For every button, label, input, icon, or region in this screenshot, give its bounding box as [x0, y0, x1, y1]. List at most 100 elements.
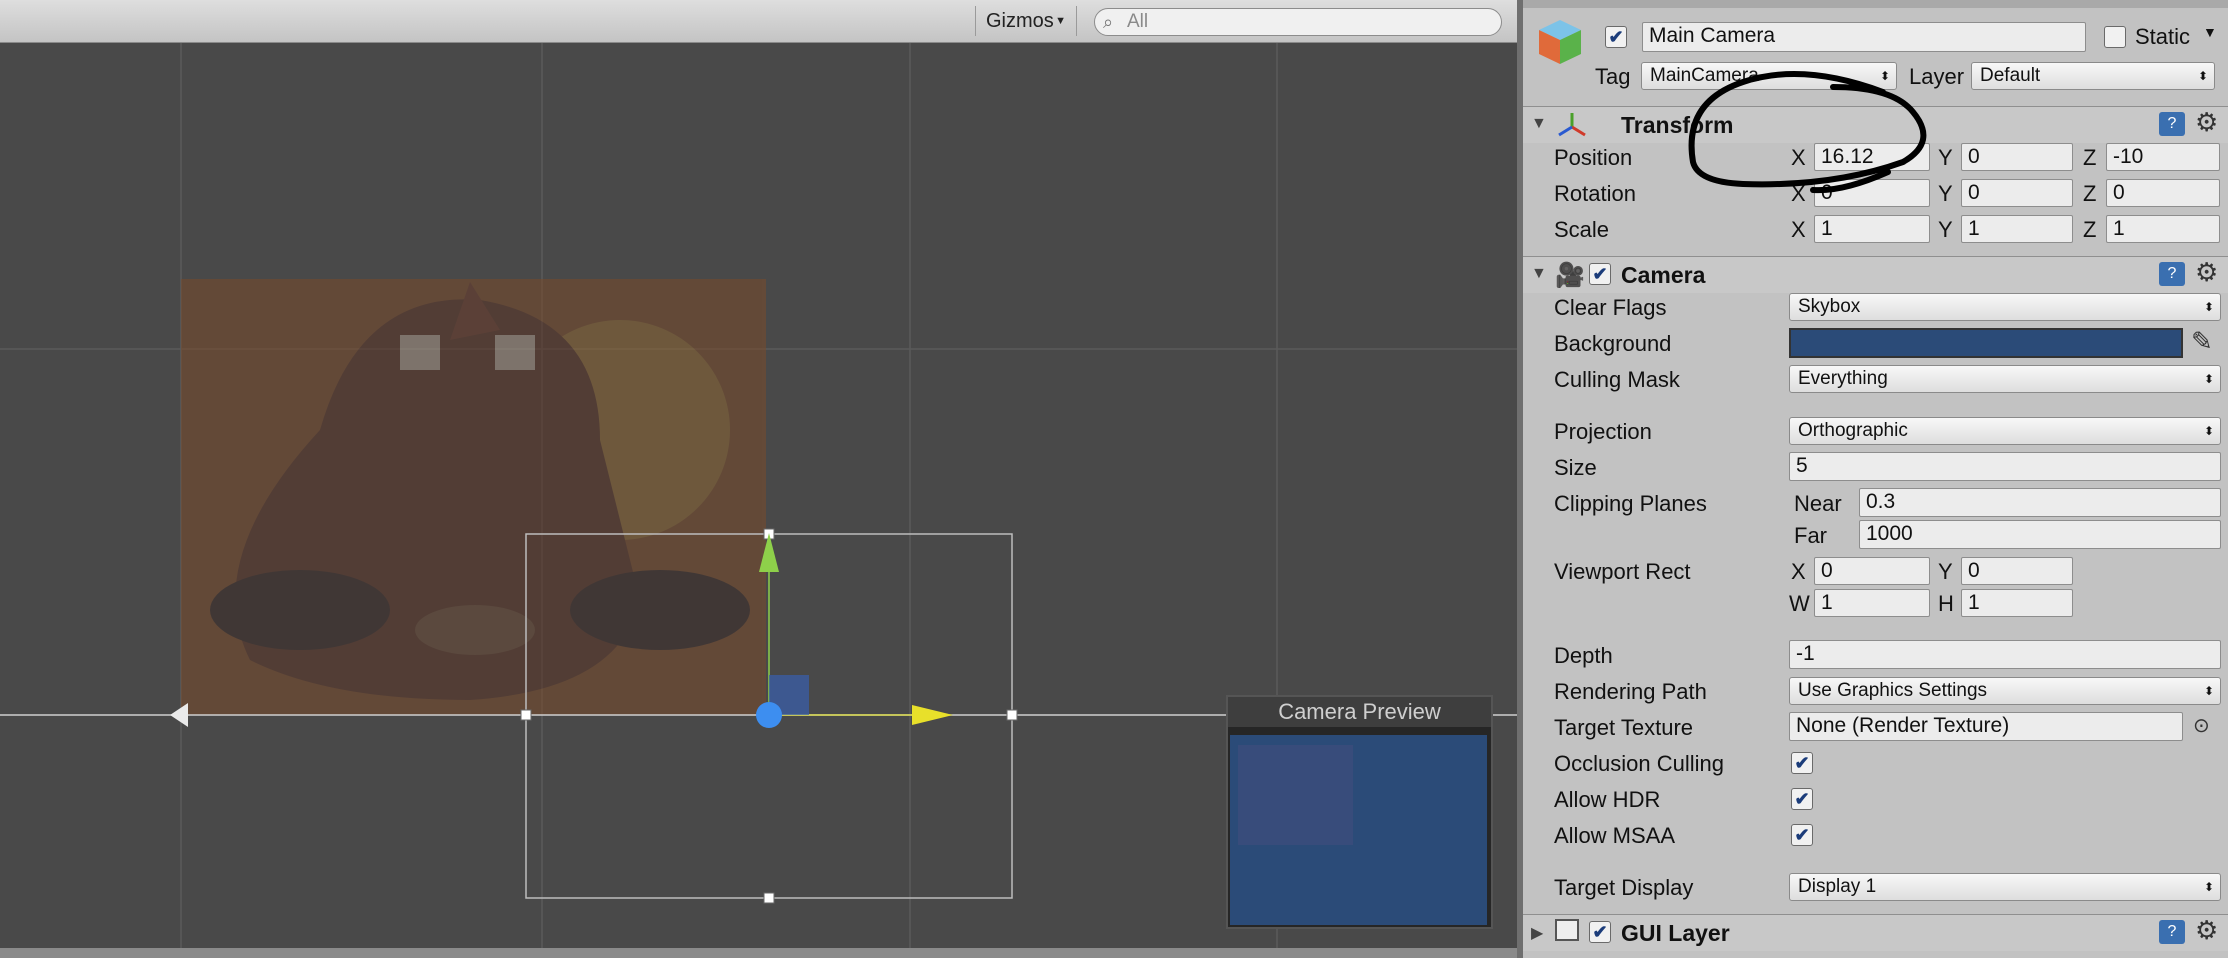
- rendering-path-dropdown[interactable]: Use Graphics Settings ⬍: [1789, 677, 2221, 705]
- culling-mask-dropdown[interactable]: Everything ⬍: [1789, 365, 2221, 393]
- viewport-h-label: H: [1938, 591, 1954, 616]
- culling-mask-value: Everything: [1798, 368, 1888, 389]
- dropdown-arrows-icon: ⬍: [2203, 684, 2214, 698]
- scene-toolbar: Gizmos ▼ ⌕ All: [0, 0, 1517, 43]
- inspector-panel: ✔ Main Camera ✔ Static ▼ Tag MainCamera …: [1523, 0, 2228, 958]
- background-label: Background: [1554, 331, 1672, 356]
- far-label: Far: [1794, 523, 1827, 548]
- help-book-icon[interactable]: ?: [2159, 112, 2185, 136]
- allow-hdr-checkbox[interactable]: ✔: [1791, 788, 1813, 810]
- size-field[interactable]: 5: [1789, 452, 2221, 481]
- position-label: Position: [1554, 145, 1633, 170]
- target-texture-field[interactable]: None (Render Texture): [1789, 712, 2183, 741]
- viewport-rect-label: Viewport Rect: [1554, 559, 1691, 584]
- dropdown-arrows-icon: ⬍: [2203, 372, 2214, 386]
- object-picker-icon[interactable]: ⊙: [2193, 713, 2210, 738]
- depth-field[interactable]: -1: [1789, 640, 2221, 669]
- chevron-down-icon: ▼: [1055, 15, 1066, 27]
- eyedropper-icon[interactable]: ✎: [2191, 326, 2213, 357]
- target-display-value: Display 1: [1798, 876, 1877, 897]
- projection-label: Projection: [1554, 419, 1652, 444]
- size-label: Size: [1554, 455, 1597, 480]
- scale-x-field[interactable]: 1: [1814, 215, 1930, 243]
- search-icon: ⌕: [1103, 12, 1114, 32]
- gui-layer-icon: [1555, 919, 1579, 941]
- layer-dropdown[interactable]: Default ⬍: [1971, 62, 2215, 90]
- position-y-field[interactable]: 0: [1961, 143, 2073, 171]
- foldout-triangle-icon[interactable]: ▶: [1531, 923, 1543, 943]
- static-label: Static: [2135, 24, 2191, 49]
- rendering-path-value: Use Graphics Settings: [1798, 680, 1988, 701]
- gear-icon[interactable]: ⚙: [2195, 915, 2218, 946]
- layer-value: Default: [1980, 65, 2041, 86]
- active-checkbox[interactable]: ✔: [1605, 26, 1627, 48]
- gear-icon[interactable]: ⚙: [2195, 107, 2218, 138]
- rotation-y-field[interactable]: 0: [1961, 179, 2073, 207]
- gui-layer-enabled-checkbox[interactable]: ✔: [1589, 921, 1611, 943]
- camera-header[interactable]: ▼ 🎥 ✔ Camera ? ⚙: [1523, 256, 2228, 293]
- viewport-h-field[interactable]: 1: [1961, 589, 2073, 617]
- rotation-z-field[interactable]: 0: [2106, 179, 2220, 207]
- camera-preview-title: Camera Preview: [1228, 697, 1491, 727]
- scale-z-label: Z: [2083, 217, 2097, 242]
- position-z-field[interactable]: -10: [2106, 143, 2220, 171]
- target-display-dropdown[interactable]: Display 1 ⬍: [1789, 873, 2221, 901]
- clear-flags-label: Clear Flags: [1554, 295, 1667, 320]
- gizmos-label: Gizmos: [986, 10, 1054, 32]
- clipping-planes-label: Clipping Planes: [1554, 491, 1707, 516]
- camera-enabled-checkbox[interactable]: ✔: [1589, 263, 1611, 285]
- dropdown-arrows-icon: ⬍: [2203, 300, 2214, 314]
- camera-preview-sprite: [1238, 745, 1353, 845]
- scene-search-input[interactable]: ⌕ All: [1094, 8, 1502, 36]
- viewport-w-label: W: [1789, 591, 1810, 616]
- search-placeholder: All: [1127, 11, 1149, 32]
- far-field[interactable]: 1000: [1859, 520, 2221, 549]
- allow-msaa-label: Allow MSAA: [1554, 823, 1676, 848]
- scale-x-label: X: [1791, 217, 1806, 242]
- projection-dropdown[interactable]: Orthographic ⬍: [1789, 417, 2221, 445]
- static-checkbox[interactable]: ✔: [2104, 26, 2126, 48]
- dropdown-arrows-icon: ⬍: [2203, 880, 2214, 894]
- gui-layer-header[interactable]: ▶ ✔ GUI Layer ? ⚙: [1523, 914, 2228, 951]
- occlusion-culling-checkbox[interactable]: ✔: [1791, 752, 1813, 774]
- clear-flags-value: Skybox: [1798, 296, 1861, 317]
- gui-layer-title: GUI Layer: [1621, 920, 1730, 946]
- dropdown-arrows-icon: ⬍: [2197, 69, 2208, 83]
- static-dropdown-icon[interactable]: ▼: [2203, 24, 2217, 40]
- depth-label: Depth: [1554, 643, 1613, 668]
- culling-mask-label: Culling Mask: [1554, 367, 1680, 392]
- clear-flags-dropdown[interactable]: Skybox ⬍: [1789, 293, 2221, 321]
- gizmos-dropdown[interactable]: Gizmos ▼: [975, 6, 1077, 36]
- background-color-swatch[interactable]: [1789, 328, 2183, 358]
- viewport-y-label: Y: [1938, 559, 1953, 584]
- inspector-tab-strip: [1523, 0, 2228, 8]
- gear-icon[interactable]: ⚙: [2195, 257, 2218, 288]
- help-book-icon[interactable]: ?: [2159, 920, 2185, 944]
- camera-component-icon: 🎥: [1555, 262, 1585, 289]
- annotation-scribble: [1688, 71, 1927, 194]
- viewport-w-field[interactable]: 1: [1814, 589, 1930, 617]
- help-book-icon[interactable]: ?: [2159, 262, 2185, 286]
- tag-label: Tag: [1595, 64, 1631, 89]
- dropdown-arrows-icon: ⬍: [2203, 424, 2214, 438]
- viewport-y-field[interactable]: 0: [1961, 557, 2073, 585]
- target-display-label: Target Display: [1554, 875, 1694, 900]
- near-field[interactable]: 0.3: [1859, 488, 2221, 517]
- occlusion-culling-label: Occlusion Culling: [1554, 751, 1724, 776]
- projection-value: Orthographic: [1798, 420, 1908, 441]
- viewport-x-field[interactable]: 0: [1814, 557, 1930, 585]
- viewport-x-label: X: [1791, 559, 1806, 584]
- foldout-triangle-icon[interactable]: ▼: [1531, 265, 1547, 283]
- allow-msaa-checkbox[interactable]: ✔: [1791, 824, 1813, 846]
- scale-z-field[interactable]: 1: [2106, 215, 2220, 243]
- target-texture-label: Target Texture: [1554, 715, 1694, 740]
- camera-preview-viewport: [1230, 735, 1487, 925]
- foldout-triangle-icon[interactable]: ▼: [1531, 115, 1547, 133]
- scene-bottom-bar: [0, 948, 1517, 958]
- audio-listener-icon: [170, 703, 188, 727]
- scale-y-field[interactable]: 1: [1961, 215, 2073, 243]
- rotation-label: Rotation: [1554, 181, 1636, 206]
- rot-z-label: Z: [2083, 181, 2097, 206]
- scene-view[interactable]: Gizmos ▼ ⌕ All Camera Preview: [0, 0, 1517, 958]
- object-name-field[interactable]: Main Camera: [1642, 22, 2086, 52]
